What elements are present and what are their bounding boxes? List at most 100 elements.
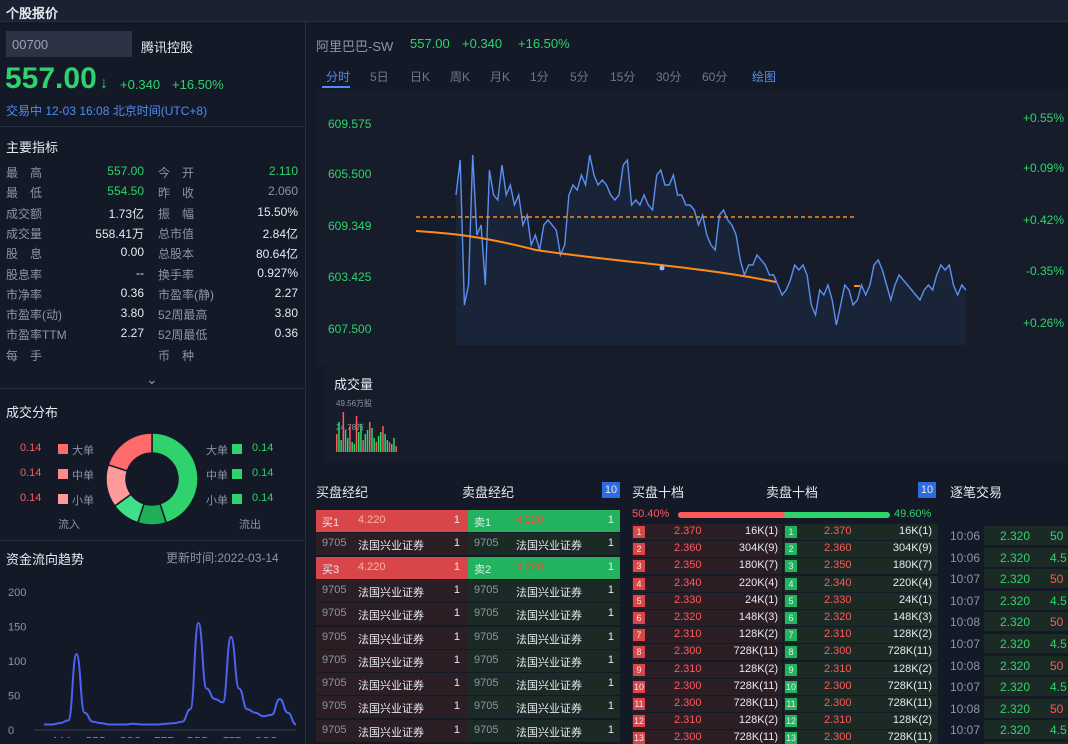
broker-id: 9705 [322, 537, 347, 550]
depth-sell-volume: 128K(2) [892, 714, 932, 727]
tab-0[interactable]: 分时 [326, 68, 350, 85]
depth-row[interactable]: 10 2.300 728K(11) 10 2.300 728K(11) [632, 678, 938, 696]
depth-sell-volume: 728K(11) [887, 645, 932, 658]
volume-bar [338, 422, 340, 452]
depth-sell-volume: 304K(9) [892, 542, 932, 555]
indicator-value: 1.73亿 [108, 206, 144, 221]
buy-broker-row[interactable]: 9705 法国兴业证券 1 [316, 533, 468, 556]
buy-broker-row[interactable]: 9705 法国兴业证券 1 [316, 649, 468, 672]
indicator-label: 昨 收 [158, 186, 195, 201]
volume-bar [373, 438, 375, 452]
sell-broker-row[interactable]: 9705 法国兴业证券 1 [468, 649, 620, 672]
stock-code-input[interactable] [6, 31, 132, 57]
right-panel: 阿里巴巴-SW 557.00 +0.340 +16.50% 分时 5日 日K 周K 月K… [306, 22, 1068, 744]
tick-time: 10:08 [950, 658, 981, 673]
indicator-value: 80.64亿 [255, 247, 298, 262]
cursor-point [659, 265, 665, 271]
tick-row: 10:07 2.320 50 [946, 569, 1068, 589]
buy-broker-row[interactable]: 9705 法国兴业证券 1 [316, 696, 468, 719]
tick-volume: 4.5 [1050, 680, 1067, 695]
tab-8[interactable]: 30分 [656, 68, 681, 85]
indicator-label: 最 高 [6, 166, 43, 180]
depth-row[interactable]: 5 2.330 24K(1) 5 2.330 24K(1) [632, 592, 938, 610]
chart-change-pct: +16.50% [518, 36, 570, 51]
volume-bar [388, 442, 391, 452]
volume-bar [371, 428, 373, 452]
depth-row[interactable]: 8 2.300 728K(11) 8 2.300 728K(11) [632, 644, 938, 661]
buy-broker-row[interactable]: 9705 法国兴业证券 1 [316, 719, 468, 742]
inflow-value: 0.14 [20, 492, 42, 504]
depth-row[interactable]: 9 2.310 128K(2) 9 2.310 128K(2) [632, 661, 938, 679]
trading-status: 交易中 12-03 16:08 北京时间(UTC+8) [6, 104, 208, 118]
broker-level-badge[interactable]: 10 [602, 482, 620, 498]
sell-broker-row[interactable]: 9705 法国兴业证券 1 [468, 626, 620, 649]
tick-time: 10:07 [950, 637, 981, 651]
buy-highlight-row[interactable]: 买3 4.220 1 [316, 556, 468, 579]
depth-row[interactable]: 11 2.300 728K(11) 11 2.300 728K(11) [632, 696, 938, 713]
sell-broker-row[interactable]: 9705 法国兴业证券 1 [468, 603, 620, 626]
depth-buy-level: 6 [633, 612, 645, 624]
depth-row[interactable]: 2 2.360 304K(9) 2 2.360 304K(9) [632, 541, 938, 558]
depth-row[interactable]: 6 2.320 148K(3) 6 2.320 148K(3) [632, 610, 938, 627]
tab-3[interactable]: 周K [450, 68, 470, 85]
indicator-row: 市净率 0.36 市盈率(静) 2.27 [0, 284, 306, 304]
price-chart-area[interactable]: 609.575 +0.55% 605.500 +0.09% 609.349 +0.42% 6… [316, 90, 1068, 365]
price-axis-label: 609.575 [328, 117, 372, 131]
depth-sell-volume: 128K(2) [892, 628, 932, 641]
depth-level-badge[interactable]: 10 [918, 482, 936, 498]
sell-highlight-row[interactable]: 卖2 4.220 1 [468, 556, 620, 579]
sell-broker-row[interactable]: 9705 法国兴业证券 1 [468, 579, 620, 602]
sell-broker-row[interactable]: 9705 法国兴业证券 1 [468, 673, 620, 696]
ratio-bar [678, 512, 890, 518]
volume-bar [366, 430, 369, 452]
tab-6[interactable]: 5分 [570, 68, 589, 85]
y-tick-label: 100 [8, 656, 26, 668]
expand-chevron-icon[interactable]: ⌄ [146, 371, 158, 388]
depth-sell-volume: 16K(1) [898, 525, 932, 537]
inflow-label: 中单 [72, 470, 94, 482]
tab-1[interactable]: 5日 [370, 68, 389, 85]
sell-broker-row[interactable]: 9705 法国兴业证券 1 [468, 719, 620, 742]
volume-bar [340, 440, 342, 452]
tick-volume: 4.5 [1050, 550, 1067, 565]
tick-row: 10:07 2.320 4.5 [946, 677, 1068, 697]
volume-title: 成交量 [334, 377, 374, 392]
tick-time: 10:08 [950, 701, 981, 716]
tab-4[interactable]: 月K [490, 68, 510, 85]
indicator-row: 股息率 -- 换手率 0.927% [0, 264, 306, 284]
depth-buy-level: 11 [633, 698, 645, 710]
volume-panel: 成交量 49.56万股 24.78万 [324, 366, 1068, 462]
indicator-label: 52周最高 [158, 308, 208, 323]
depth-row[interactable]: 12 2.310 128K(2) 12 2.310 128K(2) [632, 713, 938, 730]
sell-highlight-row[interactable]: 卖1 4.220 1 [468, 510, 620, 532]
active-tab-indicator [322, 86, 350, 88]
depth-row[interactable]: 7 2.310 128K(2) 7 2.310 128K(2) [632, 627, 938, 644]
tab-5[interactable]: 1分 [530, 68, 549, 85]
depth-row[interactable]: 13 2.300 728K(11) 13 2.300 728K(11) [632, 730, 938, 744]
depth-sell-price: 2.300 [824, 697, 852, 709]
sell-ratio-pct: 49.60% [894, 508, 932, 520]
tab-7[interactable]: 15分 [610, 68, 635, 85]
indicator-row: 成交额 1.73亿振 幅 15.50% [0, 203, 306, 223]
tick-volume: 50 [1050, 572, 1064, 587]
inflow-value: 0.14 [20, 467, 42, 479]
broker-id: 9705 [322, 700, 347, 713]
broker-name: 法国兴业证券 [516, 633, 582, 646]
sell-broker-row[interactable]: 9705 法国兴业证券 1 [468, 696, 620, 719]
tab-10[interactable]: 绘图 [752, 68, 776, 85]
buy-broker-row[interactable]: 9705 法国兴业证券 1 [316, 626, 468, 649]
depth-row[interactable]: 4 2.340 220K(4) 4 2.340 220K(4) [632, 575, 938, 593]
tick-time: 10:08 [950, 615, 981, 630]
buy-broker-title: 买盘经纪 [316, 485, 369, 500]
indicator-label: 市盈率TTM [6, 328, 67, 343]
tab-2[interactable]: 日K [410, 68, 430, 85]
buy-broker-row[interactable]: 9705 法国兴业证券 1 [316, 579, 468, 602]
buy-broker-row[interactable]: 9705 法国兴业证券 1 [316, 603, 468, 626]
buy-highlight-row[interactable]: 买1 4.220 1 [316, 510, 468, 532]
broker-id: 9705 [474, 723, 499, 736]
depth-row[interactable]: 1 2.370 16K(1) 1 2.370 16K(1) [632, 524, 938, 541]
tab-9[interactable]: 60分 [702, 68, 727, 85]
sell-broker-row[interactable]: 9705 法国兴业证券 1 [468, 533, 620, 556]
depth-row[interactable]: 3 2.350 180K(7) 3 2.350 180K(7) [632, 558, 938, 575]
buy-broker-row[interactable]: 9705 法国兴业证券 1 [316, 673, 468, 696]
